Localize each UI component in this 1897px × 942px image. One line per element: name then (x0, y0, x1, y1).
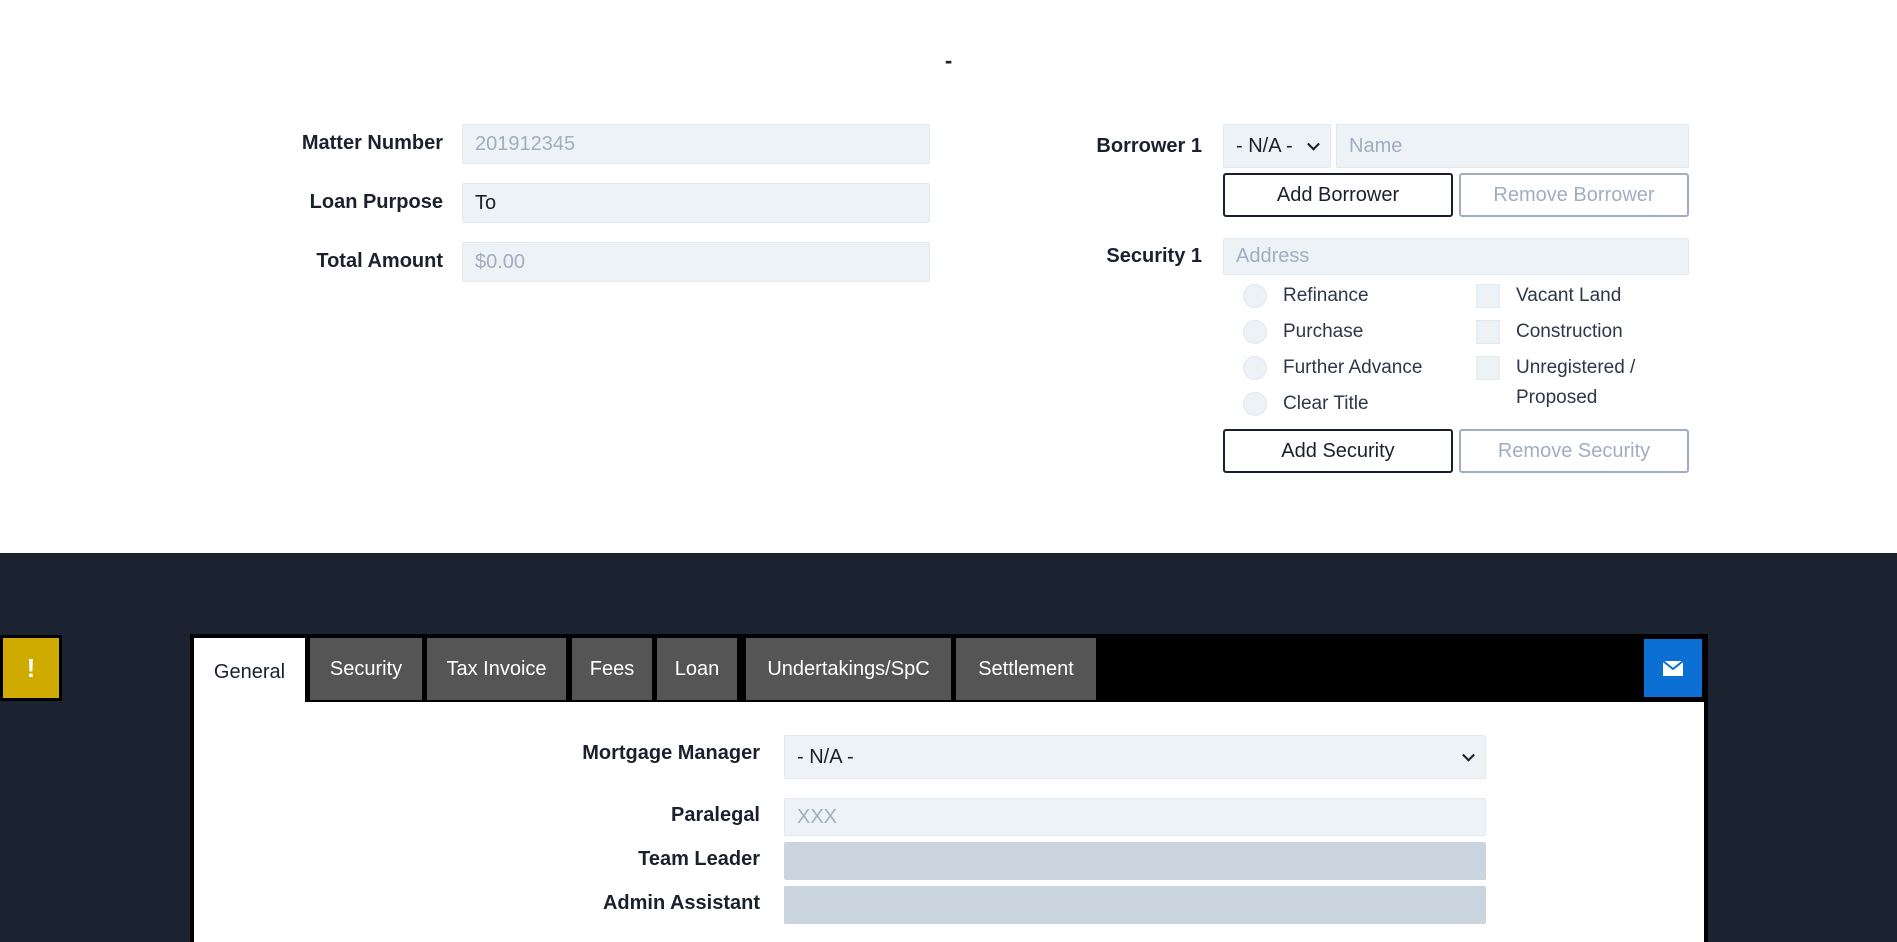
tab-bar: General Security Tax Invoice Fees Loan U… (190, 634, 1708, 706)
paralegal-input[interactable]: XXX (784, 798, 1486, 836)
radio-button[interactable] (1243, 320, 1267, 344)
chevron-down-icon (1462, 748, 1475, 762)
team-leader-field[interactable] (784, 842, 1486, 880)
alert-button[interactable]: ! (0, 635, 62, 701)
admin-assistant-label: Admin Assistant (602, 892, 760, 914)
loan-purpose-label: Loan Purpose (309, 191, 443, 213)
mortgage-manager-label: Mortgage Manager (582, 742, 760, 764)
total-amount-input[interactable]: $0.00 (462, 242, 930, 282)
tab-undertakings[interactable]: Undertakings/SpC (746, 638, 951, 700)
envelope-icon (1663, 660, 1683, 676)
matter-number-input[interactable]: 201912345 (462, 124, 930, 164)
checkbox-construction[interactable]: Construction (1476, 317, 1623, 347)
radio-clear-title[interactable]: Clear Title (1243, 389, 1369, 419)
matter-number-label: Matter Number (301, 132, 443, 154)
checkbox-label: Construction (1516, 321, 1623, 342)
checkbox[interactable] (1476, 356, 1500, 380)
checkbox[interactable] (1476, 284, 1500, 308)
general-tab-content: Mortgage Manager - N/A - Paralegal XXX T… (194, 702, 1704, 942)
tab-loan[interactable]: Loan (657, 638, 737, 700)
radio-further-advance[interactable]: Further Advance (1243, 353, 1422, 383)
add-security-button[interactable]: Add Security (1223, 429, 1453, 473)
exclamation-icon: ! (26, 652, 36, 683)
checkbox-label: Proposed (1516, 387, 1598, 408)
chevron-down-icon (1307, 137, 1320, 151)
tab-general[interactable]: General (194, 638, 305, 706)
team-leader-label: Team Leader (638, 848, 760, 870)
borrower-label: Borrower 1 (1096, 135, 1202, 157)
radio-refinance[interactable]: Refinance (1243, 281, 1369, 311)
checkbox-vacant-land[interactable]: Vacant Land (1476, 281, 1621, 311)
security-label: Security 1 (1106, 245, 1202, 267)
tab-security[interactable]: Security (310, 638, 422, 700)
paralegal-label: Paralegal (671, 804, 760, 826)
security-address-input[interactable]: Address (1223, 238, 1689, 275)
borrower-title-select[interactable]: - N/A - (1223, 124, 1331, 168)
borrower-name-input[interactable]: Name (1336, 124, 1689, 168)
email-button[interactable] (1644, 639, 1702, 697)
radio-label: Purchase (1283, 321, 1364, 342)
total-amount-label: Total Amount (316, 250, 443, 272)
radio-label: Clear Title (1283, 393, 1369, 414)
matter-details-panel: General Security Tax Invoice Fees Loan U… (190, 634, 1708, 942)
radio-button[interactable] (1243, 392, 1267, 416)
admin-assistant-field[interactable] (784, 886, 1486, 924)
mortgage-manager-select[interactable]: - N/A - (784, 735, 1486, 779)
mortgage-manager-value: - N/A - (797, 745, 854, 768)
tab-tax-invoice[interactable]: Tax Invoice (427, 638, 566, 700)
radio-label: Further Advance (1283, 357, 1423, 378)
checkbox[interactable] (1476, 320, 1500, 344)
checkbox-unregistered[interactable]: Unregistered / Proposed (1476, 353, 1635, 413)
radio-label: Refinance (1283, 285, 1369, 306)
tab-settlement[interactable]: Settlement (956, 638, 1096, 700)
checkbox-label-group: Unregistered / Proposed (1516, 353, 1635, 413)
loan-purpose-input[interactable]: To (462, 183, 930, 223)
remove-security-button[interactable]: Remove Security (1459, 429, 1689, 473)
borrower-title-value: - N/A - (1236, 134, 1293, 157)
tab-fees[interactable]: Fees (572, 638, 652, 700)
checkbox-label: Unregistered / (1516, 357, 1636, 378)
radio-button[interactable] (1243, 356, 1267, 380)
radio-purchase[interactable]: Purchase (1243, 317, 1363, 347)
radio-button[interactable] (1243, 284, 1267, 308)
page-title: - (944, 48, 953, 73)
add-borrower-button[interactable]: Add Borrower (1223, 173, 1453, 217)
checkbox-label: Vacant Land (1516, 285, 1622, 306)
remove-borrower-button[interactable]: Remove Borrower (1459, 173, 1689, 217)
